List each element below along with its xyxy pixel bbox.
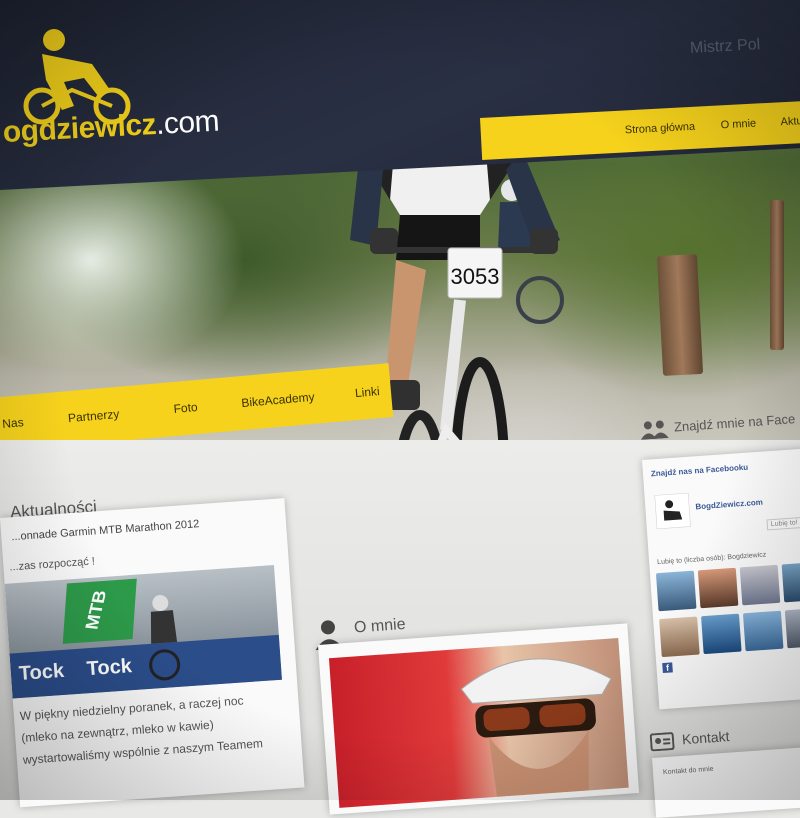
contact-card[interactable]: Kontakt do mnie [652, 746, 800, 818]
facebook-section-title: Znajdź mnie na Face [673, 411, 796, 435]
about-card[interactable] [318, 623, 640, 815]
nav-item-partners[interactable]: Partnerzy [67, 407, 119, 425]
avatar[interactable] [742, 610, 784, 652]
avatar[interactable] [739, 564, 781, 606]
facebook-like-count: Lubię to (liczba osób): Bogdziewicz [656, 551, 767, 567]
avatar[interactable] [697, 567, 739, 609]
avatar[interactable] [784, 607, 800, 649]
contact-section-title: Kontakt [681, 728, 730, 748]
portrait-photo[interactable] [328, 638, 629, 808]
cyclist-portrait-illustration [460, 658, 612, 797]
logo-domain: .com [155, 104, 220, 141]
news-card[interactable]: ...onnade Garmin MTB Marathon 2012 ...za… [0, 498, 305, 808]
facebook-widget[interactable]: Znajdź nas na Facebooku BogdZiewicz.com … [642, 448, 800, 710]
tree-trunk [770, 200, 784, 350]
header-tagline: Mistrz Pol [689, 36, 761, 57]
avatar[interactable] [659, 616, 700, 658]
nav-item-photos[interactable]: Foto [173, 400, 198, 416]
nav-item-links[interactable]: Linki [354, 384, 380, 400]
finish-banner: MTB [62, 578, 137, 644]
page-logo-icon [654, 492, 691, 530]
people-icon [640, 420, 669, 440]
facebook-like-button[interactable]: Lubię to! [766, 517, 800, 531]
nav-item-about-us[interactable]: Nas [2, 415, 24, 431]
facebook-widget-title: Znajdź nas na Facebooku [650, 462, 749, 479]
news-post-subtitle: ...zas rozpocząć ! [9, 555, 96, 574]
logo-name: ogdziewicz [2, 107, 157, 149]
facebook-icon: f [662, 662, 673, 674]
contact-text: Kontakt do mnie [662, 765, 714, 777]
avatar[interactable] [701, 613, 742, 655]
sponsor-text-left: Tock [18, 659, 65, 686]
facebook-page-name[interactable]: BogdZiewicz.com [695, 498, 763, 512]
race-number: 3053 [451, 264, 500, 289]
about-section-title: O mnie [353, 615, 407, 637]
news-photo[interactable]: MTB Tock Tock [4, 565, 282, 699]
nav-item-home[interactable]: Strona główna [625, 121, 696, 137]
news-post-title[interactable]: ...onnade Garmin MTB Marathon 2012 [11, 518, 200, 543]
contact-card-icon [649, 732, 675, 752]
sponsor-text-right: Tock [85, 655, 133, 681]
nav-item-bikeacademy[interactable]: BikeAcademy [241, 390, 315, 410]
banner-text: MTB [81, 589, 111, 631]
tree-trunk [656, 254, 704, 376]
racer-illustration [149, 595, 181, 681]
avatar[interactable] [781, 561, 800, 603]
nav-item-about[interactable]: O mnie [720, 118, 756, 132]
avatar[interactable] [655, 570, 697, 612]
nav-item-news[interactable]: Aktu [780, 115, 800, 128]
